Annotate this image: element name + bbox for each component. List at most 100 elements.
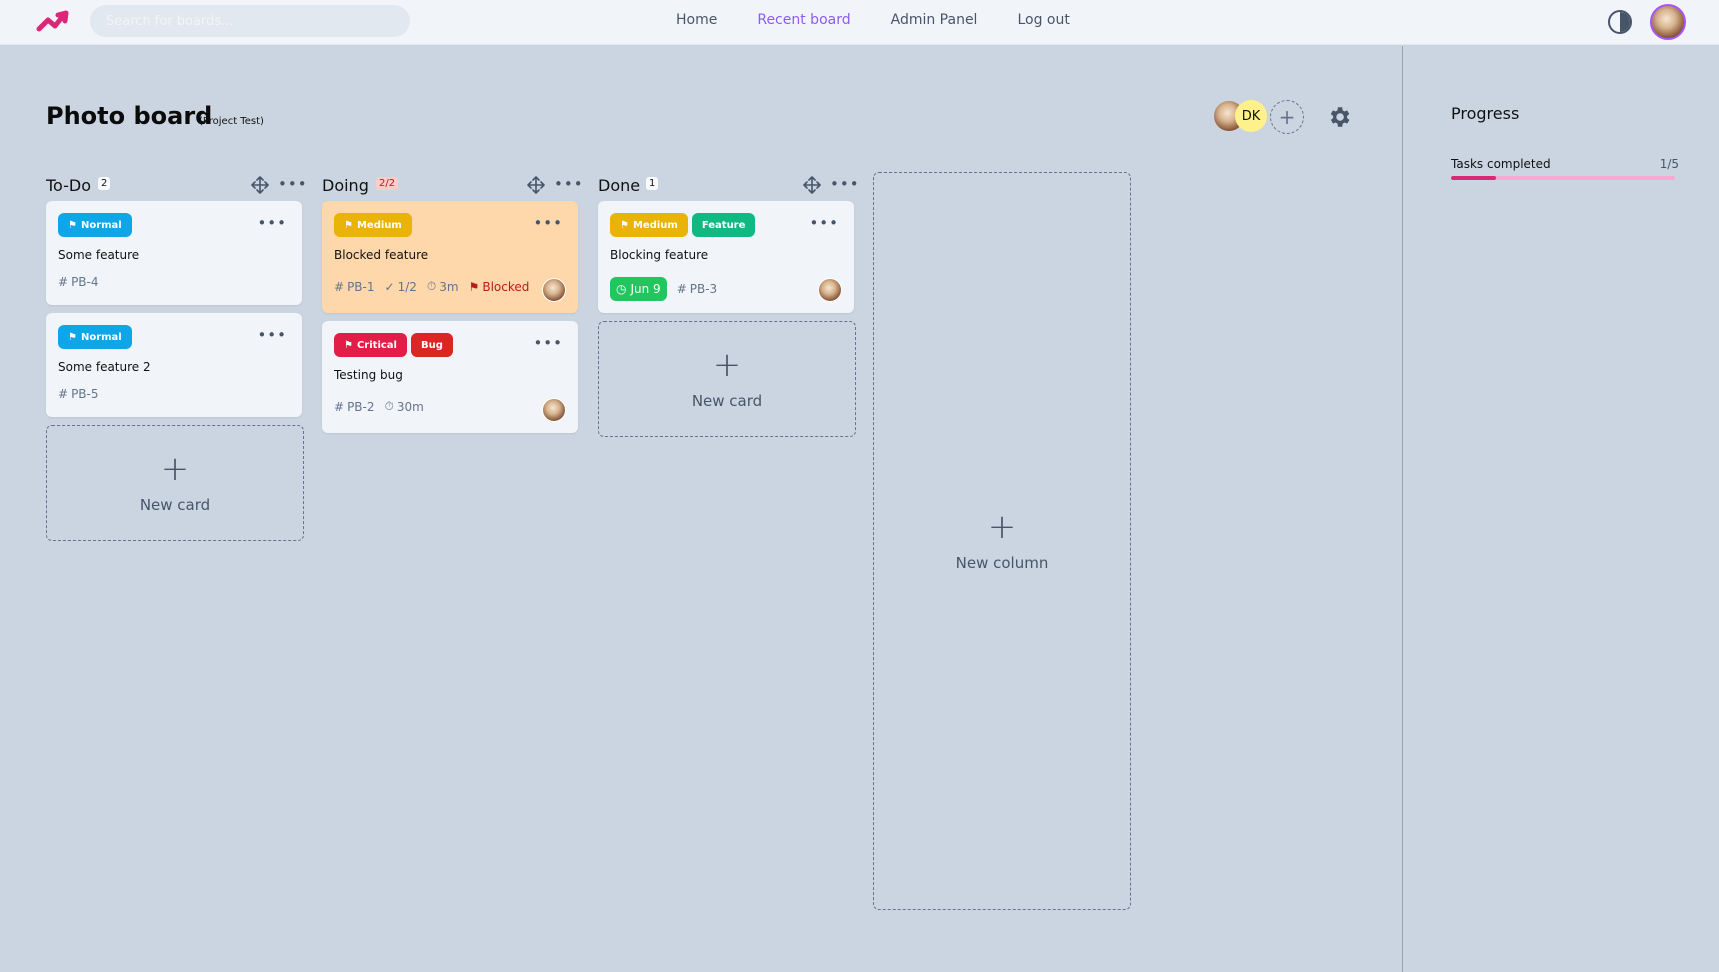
hash-icon: # — [334, 399, 345, 414]
card-title: Some feature 2 — [58, 360, 151, 374]
nav-logout-link[interactable]: Log out — [1017, 12, 1069, 28]
move-icon[interactable] — [251, 176, 269, 194]
column-doing: Doing 2/2 ••• ⚑ Medium ••• Blocked featur… — [322, 170, 583, 441]
card-meta: # PB-1 ✓ 1/2 ⏱ 3m ⚑ Blocked — [334, 279, 529, 294]
column-done: Done 1 ••• ⚑ Medium Feature ••• Blocking … — [598, 170, 859, 437]
priority-tag: ⚑ Normal — [58, 213, 132, 237]
card-menu-icon[interactable]: ••• — [809, 215, 839, 231]
logo-icon[interactable] — [36, 9, 72, 35]
timer-icon: ⏱ — [384, 399, 394, 413]
card-id: # PB-3 — [676, 282, 718, 296]
column-header: Doing 2/2 ••• — [322, 170, 583, 200]
flag-icon: ⚑ — [68, 331, 77, 343]
clock-icon: ◷ — [616, 282, 627, 296]
card[interactable]: ⚑ Medium Feature ••• Blocking feature ◷ Ju… — [598, 201, 854, 313]
board-project-label: (Project Test) — [199, 116, 264, 127]
board-members[interactable]: DK — [1213, 100, 1273, 134]
progress-sidebar: Progress Tasks completed 1/5 — [1402, 46, 1719, 972]
check-icon: ✓ — [384, 279, 395, 294]
progress-title: Progress — [1451, 104, 1520, 123]
nav-links: Home Recent board Admin Panel Log out — [676, 12, 1110, 28]
priority-tag: ⚑ Normal — [58, 325, 132, 349]
timer-icon: ⏱ — [426, 279, 437, 293]
hash-icon: # — [334, 279, 345, 294]
column-title[interactable]: Doing — [322, 176, 369, 195]
add-member-button[interactable]: + — [1270, 100, 1304, 134]
plus-icon: + — [712, 345, 742, 385]
member-initials-avatar[interactable]: DK — [1235, 100, 1267, 132]
top-navbar: Home Recent board Admin Panel Log out — [0, 0, 1719, 45]
card-meta: # PB-2 ⏱ 30m — [334, 399, 424, 414]
card-menu-icon[interactable]: ••• — [533, 215, 563, 231]
board-title: Photo board — [46, 102, 213, 130]
column-menu-icon[interactable]: ••• — [278, 176, 308, 192]
nav-recent-board-link[interactable]: Recent board — [757, 12, 850, 28]
hash-icon: # — [58, 387, 69, 401]
blocked-status: ⚑ Blocked — [468, 279, 530, 294]
column-count-badge: 2/2 — [376, 177, 399, 190]
new-card-button[interactable]: + New card — [46, 425, 304, 541]
card-title: Testing bug — [334, 368, 403, 382]
column-title[interactable]: Done — [598, 176, 640, 195]
priority-tag: ⚑ Medium — [334, 213, 412, 237]
column-header: Done 1 ••• — [598, 170, 859, 200]
due-date-badge[interactable]: ◷ Jun 9 — [610, 277, 667, 301]
new-column-button[interactable]: + New column — [873, 172, 1131, 910]
column-header: To-Do 2 ••• — [46, 170, 307, 200]
contrast-icon[interactable] — [1608, 10, 1632, 34]
label-tag: Feature — [691, 213, 756, 237]
card-title: Some feature — [58, 248, 140, 262]
new-card-label: New card — [691, 392, 763, 410]
hash-icon: # — [58, 275, 69, 289]
card[interactable]: ⚑ Normal ••• Some feature 2 # PB-5 — [46, 313, 302, 417]
tasks-completed-label: Tasks completed — [1451, 157, 1551, 171]
nav-home-link[interactable]: Home — [676, 12, 717, 28]
card-tags: ⚑ Critical Bug — [334, 333, 453, 357]
new-column-label: New column — [955, 554, 1049, 572]
card-menu-icon[interactable]: ••• — [533, 335, 563, 351]
plus-icon: + — [987, 507, 1017, 547]
plus-icon: + — [160, 449, 190, 489]
column-todo: To-Do 2 ••• ⚑ Normal ••• Some feature # PB… — [46, 170, 307, 541]
card[interactable]: ⚑ Medium ••• Blocked feature # PB-1 ✓ 1/2 ⏱… — [322, 201, 578, 313]
card[interactable]: ⚑ Normal ••• Some feature # PB-4 — [46, 201, 302, 305]
assignee-avatar[interactable] — [542, 278, 566, 302]
card-meta: # PB-5 — [58, 387, 99, 401]
priority-tag: ⚑ Medium — [610, 213, 688, 237]
flag-icon: ⚑ — [468, 279, 480, 294]
tasks-completed-value: 1/5 — [1659, 157, 1679, 171]
card-meta: # PB-4 — [58, 275, 99, 289]
checklist: ✓ 1/2 — [384, 279, 417, 294]
card[interactable]: ⚑ Critical Bug ••• Testing bug # PB-2 ⏱ 30m — [322, 321, 578, 433]
card-menu-icon[interactable]: ••• — [257, 327, 287, 343]
column-menu-icon[interactable]: ••• — [554, 176, 584, 192]
column-title[interactable]: To-Do — [46, 176, 91, 195]
card-tags: ⚑ Medium Feature — [610, 213, 756, 237]
nav-admin-panel-link[interactable]: Admin Panel — [891, 12, 978, 28]
card-id: # PB-4 — [58, 275, 99, 289]
card-meta: ◷ Jun 9 # PB-3 — [610, 277, 717, 301]
card-id: # PB-2 — [334, 399, 375, 414]
search-input[interactable] — [90, 5, 410, 37]
new-card-label: New card — [139, 496, 211, 514]
card-menu-icon[interactable]: ••• — [257, 215, 287, 231]
card-title: Blocked feature — [334, 248, 429, 262]
gear-icon[interactable] — [1326, 104, 1352, 130]
new-card-button[interactable]: + New card — [598, 321, 856, 437]
column-count-badge: 1 — [646, 177, 659, 190]
move-icon[interactable] — [527, 176, 545, 194]
flag-icon: ⚑ — [344, 339, 353, 351]
card-tags: ⚑ Normal — [58, 213, 132, 237]
progress-bar — [1451, 176, 1675, 180]
assignee-avatar[interactable] — [542, 398, 566, 422]
assignee-avatar[interactable] — [818, 278, 842, 302]
card-title: Blocking feature — [610, 248, 709, 262]
priority-tag: ⚑ Critical — [334, 333, 407, 357]
move-icon[interactable] — [803, 176, 821, 194]
column-menu-icon[interactable]: ••• — [830, 176, 860, 192]
flag-icon: ⚑ — [620, 219, 629, 231]
card-id: # PB-1 — [334, 279, 375, 294]
label-tag: Bug — [410, 333, 453, 357]
user-avatar[interactable] — [1650, 4, 1686, 40]
flag-icon: ⚑ — [68, 219, 77, 231]
